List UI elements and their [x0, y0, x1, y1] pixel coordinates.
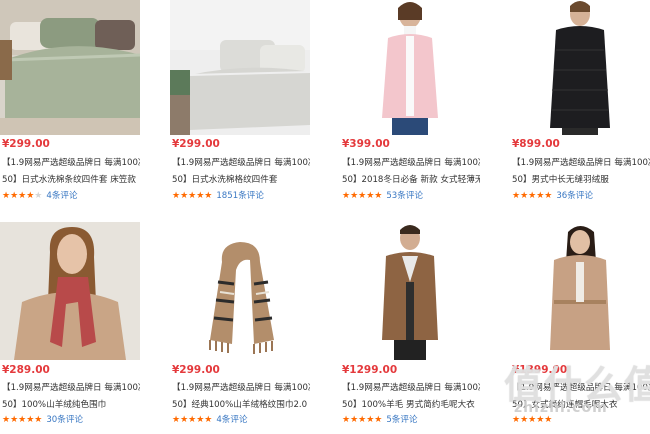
product-image-womens-hooded-coat[interactable]	[510, 222, 650, 360]
product-card[interactable]: ¥299.00 【1.9网易严选超级品牌日 每满100减 50】经典100%山羊…	[170, 222, 310, 425]
product-card[interactable]: ¥899.00 【1.9网易严选超级品牌日 每满100减 50】男式中长无缝羽绒…	[510, 0, 650, 201]
review-count-link[interactable]: 36条评论	[556, 191, 593, 201]
star-rating-icon: ★★★★★	[172, 415, 213, 425]
product-title-line1[interactable]: 【1.9网易严选超级品牌日 每满100减	[342, 380, 480, 397]
product-rating: ★★★★★ 5条评论	[342, 413, 418, 427]
product-rating: ★★★★★ 36条评论	[512, 189, 593, 203]
product-rating: ★★★★★ 4条评论	[172, 413, 248, 427]
review-count-link[interactable]: 4条评论	[46, 191, 77, 201]
product-title-line2[interactable]: 50】100%羊毛 男式简约毛呢大衣	[342, 397, 480, 414]
product-rating: ★★★★★ 1851条评论	[172, 189, 264, 203]
product-title-line2[interactable]: 50】100%山羊绒纯色围巾	[2, 397, 140, 414]
watermark: 值什么值 zhizhi.com	[498, 352, 650, 434]
product-image-black-down-coat[interactable]	[510, 0, 650, 135]
review-count-link[interactable]: 1851条评论	[216, 191, 264, 201]
product-price: ¥299.00	[172, 364, 220, 376]
product-title-line2[interactable]: 50】日式水洗棉格纹四件套	[172, 172, 310, 189]
product-title-line2[interactable]: 50】经典100%山羊绒格纹围巾2.0	[172, 397, 310, 414]
review-count-link[interactable]: 30条评论	[46, 415, 83, 425]
product-image-pink-down-jacket[interactable]	[340, 0, 480, 135]
product-title-line1[interactable]: 【1.9网易严选超级品牌日 每满100减	[512, 155, 650, 172]
product-price: ¥1299.00	[342, 364, 398, 376]
product-price: ¥899.00	[512, 138, 560, 150]
watermark-url: zhizhi.com	[514, 400, 608, 416]
review-count-link[interactable]: 5条评论	[386, 415, 417, 425]
product-title-line1[interactable]: 【1.9网易严选超级品牌日 每满100减	[172, 380, 310, 397]
product-image-bedding-grid[interactable]	[170, 0, 310, 135]
review-count-link[interactable]: 53条评论	[386, 191, 423, 201]
product-title-line1[interactable]: 【1.9网易严选超级品牌日 每满100减	[2, 155, 140, 172]
product-price: ¥299.00	[2, 138, 50, 150]
star-rating-icon: ★★★★★	[342, 415, 383, 425]
review-count-link[interactable]: 4条评论	[216, 415, 247, 425]
product-card[interactable]: ¥299.00 【1.9网易严选超级品牌日 每满100减 50】日式水洗棉格纹四…	[170, 0, 310, 201]
product-image-bedding-stripe[interactable]	[0, 0, 140, 135]
product-image-mens-wool-coat[interactable]	[340, 222, 480, 360]
star-rating-icon: ★★★★★	[512, 191, 553, 201]
product-card[interactable]: ¥289.00 【1.9网易严选超级品牌日 每满100减 50】100%山羊绒纯…	[0, 222, 140, 425]
product-title-line2[interactable]: 50】日式水洗棉条纹四件套 床笠款	[2, 172, 140, 189]
product-price: ¥299.00	[172, 138, 220, 150]
product-card[interactable]: ¥299.00 【1.9网易严选超级品牌日 每满100减 50】日式水洗棉条纹四…	[0, 0, 140, 201]
star-rating-icon: ★★★★★	[2, 415, 43, 425]
product-card[interactable]: ¥1299.00 【1.9网易严选超级品牌日 每满100减 50】100%羊毛 …	[340, 222, 480, 425]
product-title-line1[interactable]: 【1.9网易严选超级品牌日 每满100减	[342, 155, 480, 172]
star-rating-icon: ★★★★★	[2, 191, 43, 201]
product-card[interactable]: ¥1399.00 【1.9网易严选超级品牌日 每满100减 50】女式简约连帽毛…	[510, 222, 650, 425]
product-rating: ★★★★★ 53条评论	[342, 189, 423, 203]
product-title-line1[interactable]: 【1.9网易严选超级品牌日 每满100减	[2, 380, 140, 397]
product-title-line1[interactable]: 【1.9网易严选超级品牌日 每满100减	[172, 155, 310, 172]
product-title-line2[interactable]: 50】男式中长无缝羽绒服	[512, 172, 650, 189]
product-image-plaid-scarf[interactable]	[170, 222, 310, 360]
product-rating: ★★★★★ 4条评论	[2, 189, 78, 203]
product-title-line2[interactable]: 50】2018冬日必备 新款 女式轻薄无	[342, 172, 480, 189]
product-rating: ★★★★★ 30条评论	[2, 413, 83, 427]
product-image-cashmere-scarf-red[interactable]	[0, 222, 140, 360]
star-rating-icon: ★★★★★	[342, 191, 383, 201]
product-price: ¥399.00	[342, 138, 390, 150]
product-price: ¥289.00	[2, 364, 50, 376]
product-card[interactable]: ¥399.00 【1.9网易严选超级品牌日 每满100减 50】2018冬日必备…	[340, 0, 480, 201]
star-rating-icon: ★★★★★	[172, 191, 213, 201]
